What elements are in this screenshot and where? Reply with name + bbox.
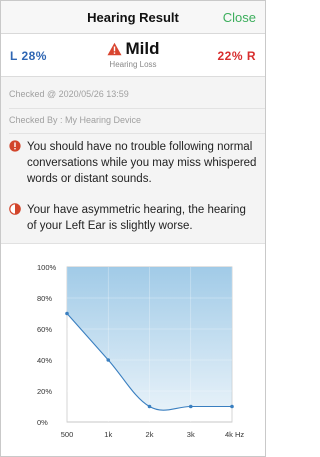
half-circle-icon (9, 203, 21, 215)
hearing-result-screen: Hearing Result Close L 28% Mild Hearing … (0, 0, 266, 457)
y-tick-label: 100% (37, 263, 57, 272)
hearing-note: You should have no trouble following nor… (9, 139, 257, 187)
asymmetry-note: Your have asymmetric hearing, the hearin… (9, 202, 257, 234)
checked-by: Checked By : My Hearing Device (9, 115, 142, 125)
audiogram-chart: 0% 20% 40% 60% 80% 100% 500 1k 2k 3k 4k Hz (37, 263, 244, 439)
data-point (65, 311, 69, 316)
audiogram-chart-area: 0% 20% 40% 60% 80% 100% 500 1k 2k 3k 4k Hz (1, 244, 265, 456)
data-point (230, 404, 234, 409)
result-summary: L 28% Mild Hearing Loss 22% R (1, 34, 265, 77)
x-tick-label: 2k (146, 430, 154, 439)
x-tick-label: 4k Hz (225, 430, 244, 439)
close-button[interactable]: Close (223, 10, 256, 25)
result-details: Checked @ 2020/05/26 13:59 Checked By : … (1, 77, 265, 244)
data-point (106, 358, 111, 362)
data-point (147, 404, 152, 409)
divider (9, 108, 265, 109)
checked-timestamp: Checked @ 2020/05/26 13:59 (9, 89, 129, 99)
right-ear-percentage: 22% R (217, 49, 256, 63)
y-tick-label: 0% (37, 418, 48, 427)
data-point (188, 404, 193, 409)
y-tick-label: 20% (37, 387, 52, 396)
severity-label: Mild (125, 39, 160, 58)
alert-circle-icon (9, 140, 21, 152)
note-text: You should have no trouble following nor… (27, 141, 257, 185)
x-tick-label: 1k (104, 430, 112, 439)
x-tick-label: 3k (187, 430, 195, 439)
warning-triangle-icon (107, 42, 121, 56)
y-tick-label: 80% (37, 294, 52, 303)
y-tick-label: 60% (37, 325, 52, 334)
note-text: Your have asymmetric hearing, the hearin… (27, 204, 246, 232)
navigation-bar: Hearing Result Close (1, 1, 265, 34)
y-tick-label: 40% (37, 356, 52, 365)
divider (9, 133, 265, 134)
x-tick-label: 500 (61, 430, 74, 439)
